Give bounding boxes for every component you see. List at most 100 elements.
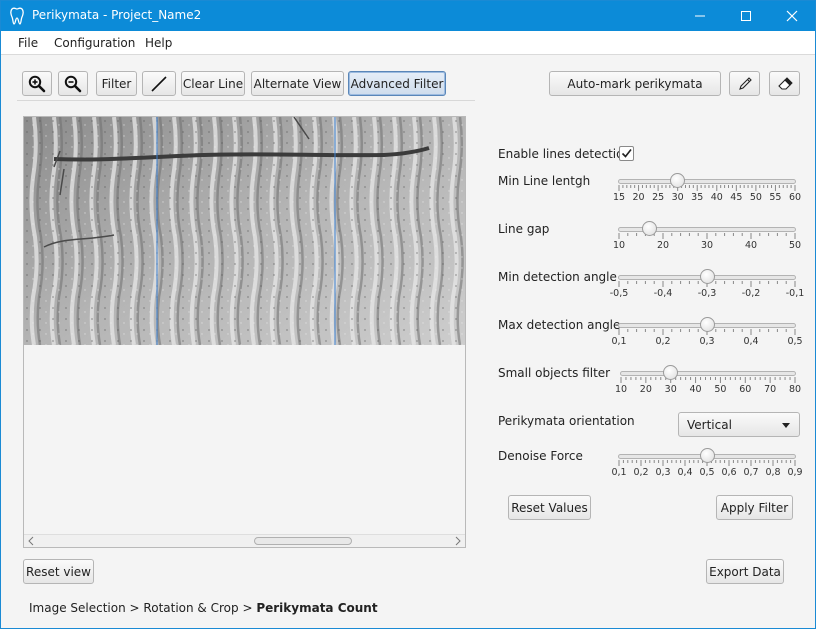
slider-thumb[interactable] [699, 448, 715, 463]
menu-file[interactable]: File [18, 36, 38, 50]
slider-tick-label: 30 [671, 192, 684, 203]
orientation-select[interactable]: Vertical [678, 412, 800, 437]
slider-thumb[interactable] [699, 269, 715, 284]
slider-tick-label: 40 [744, 240, 758, 251]
pencil-icon [738, 76, 752, 90]
slider-ticks [618, 185, 796, 191]
max-detection-angle-slider[interactable]: 0,1 0,2 0,3 0,4 0,5 [611, 316, 803, 352]
slider-tick-label: 20 [639, 384, 652, 395]
slider-tick-label: 0,3 [699, 336, 715, 347]
orientation-value: Vertical [687, 418, 732, 432]
reset-values-button[interactable]: Reset Values [508, 495, 591, 520]
pencil-button[interactable] [729, 71, 760, 96]
title-bar: Perikymata - Project_Name2 [1, 1, 815, 31]
small-objects-filter-slider[interactable]: 10 20 30 40 50 60 70 80 [615, 364, 801, 400]
image-viewer[interactable] [23, 116, 466, 548]
slider-tick-label: 0,7 [743, 467, 759, 478]
breadcrumb-perikymata-count: Perikymata Count [256, 601, 378, 615]
breadcrumb-separator: > [242, 601, 253, 615]
auto-mark-perikymata-button[interactable]: Auto-mark perikymata [549, 71, 721, 96]
menu-configuration[interactable]: Configuration [54, 36, 135, 50]
slider-tick-label: 0,8 [765, 467, 781, 478]
slider-tick-label: 0,4 [677, 467, 693, 478]
slider-tick-label: -0,1 [785, 288, 805, 299]
slider-tick-label: 55 [769, 192, 782, 203]
min-line-length-label: Min Line lentgh [498, 174, 591, 188]
line-gap-slider[interactable]: 10 20 30 40 50 [613, 220, 801, 256]
slider-tick-label: 35 [691, 192, 704, 203]
slider-tick-label: 0,2 [633, 467, 649, 478]
breadcrumb-image-selection[interactable]: Image Selection [29, 601, 126, 615]
line-draw-icon [151, 75, 167, 92]
slider-tick-label: 20 [632, 192, 645, 203]
slider-tick-label: 50 [714, 384, 727, 395]
orientation-label: Perikymata orientation [498, 414, 635, 428]
zoom-out-icon [64, 75, 82, 92]
slider-tick-label: 10 [614, 384, 628, 395]
slider-thumb[interactable] [699, 317, 715, 332]
maximize-button[interactable] [723, 1, 769, 31]
slider-track[interactable] [618, 179, 796, 184]
eraser-button[interactable] [769, 71, 800, 96]
zoom-in-button[interactable] [22, 71, 52, 96]
slider-track[interactable] [620, 371, 796, 376]
apply-filter-button[interactable]: Apply Filter [716, 495, 793, 520]
maximize-icon [741, 11, 751, 21]
menu-help[interactable]: Help [145, 36, 172, 50]
zoom-out-button[interactable] [58, 71, 88, 96]
slider-tick-label: 50 [749, 192, 762, 203]
breadcrumb-rotation-crop[interactable]: Rotation & Crop [143, 601, 238, 615]
menu-bar: File Configuration Help [1, 31, 815, 55]
eraser-icon [777, 76, 793, 90]
clear-line-button[interactable]: Clear Line [181, 71, 245, 96]
min-line-length-slider[interactable]: 15 20 25 30 35 40 45 50 55 60 [613, 172, 801, 208]
slider-tick-label: -0,3 [697, 288, 717, 299]
min-detection-angle-slider[interactable]: -0,5 -0,4 -0,3 -0,2 -0,1 [610, 268, 804, 304]
slider-tick-label: 30 [700, 240, 714, 251]
minimize-icon [695, 15, 705, 17]
window-title: Perikymata - Project_Name2 [32, 8, 202, 22]
minimize-button[interactable] [677, 1, 723, 31]
checkmark-icon [621, 149, 632, 158]
min-detection-angle-label: Min detection angle [498, 270, 617, 284]
zoom-in-icon [28, 75, 46, 92]
scroll-right-icon[interactable] [454, 536, 462, 546]
slider-tick-label: 10 [612, 240, 626, 251]
reset-view-button[interactable]: Reset view [23, 559, 94, 584]
slider-ticks [620, 377, 796, 383]
export-data-button[interactable]: Export Data [706, 559, 784, 584]
slider-tick-label: 40 [689, 384, 702, 395]
small-objects-filter-label: Small objects filter [498, 366, 611, 380]
enable-lines-checkbox[interactable] [619, 146, 634, 161]
slider-tick-label: 0,1 [611, 336, 627, 347]
slider-tick-label: 70 [764, 384, 777, 395]
max-detection-angle-label: Max detection angle [498, 318, 621, 332]
slider-tick-label: 0,5 [699, 467, 715, 478]
slider-tick-label: 60 [739, 384, 752, 395]
slider-tick-label: 60 [788, 192, 802, 203]
denoise-force-slider[interactable]: 0,1 0,2 0,3 0,4 0,5 0,6 0,7 0,8 0,9 [611, 447, 803, 483]
slider-tick-label: 15 [612, 192, 626, 203]
slider-tick-label: 0,1 [611, 467, 627, 478]
alternate-view-button[interactable]: Alternate View [251, 71, 344, 96]
denoise-force-label: Denoise Force [498, 449, 583, 463]
scroll-left-icon[interactable] [27, 536, 35, 546]
slider-tick-label: 45 [730, 192, 743, 203]
breadcrumb: Image Selection > Rotation & Crop > Peri… [29, 601, 378, 615]
horizontal-scrollbar[interactable] [24, 534, 465, 547]
filter-button[interactable]: Filter [96, 71, 137, 96]
draw-line-button[interactable] [142, 71, 176, 96]
slider-tick-label: 0,4 [743, 336, 759, 347]
breadcrumb-separator: > [129, 601, 140, 615]
slider-tick-label: 0,5 [787, 336, 803, 347]
slider-tick-label: 20 [656, 240, 670, 251]
scrollbar-thumb[interactable] [254, 537, 352, 545]
close-icon [786, 10, 798, 22]
slider-tick-label: 0,3 [655, 467, 671, 478]
tooth-icon [10, 7, 24, 25]
close-button[interactable] [769, 1, 815, 31]
slider-tick-label: 25 [652, 192, 665, 203]
advanced-filter-button[interactable]: Advanced Filter [348, 71, 446, 96]
slider-tick-label: -0,4 [653, 288, 673, 299]
app-window: Perikymata - Project_Name2 File Configur… [0, 0, 816, 629]
